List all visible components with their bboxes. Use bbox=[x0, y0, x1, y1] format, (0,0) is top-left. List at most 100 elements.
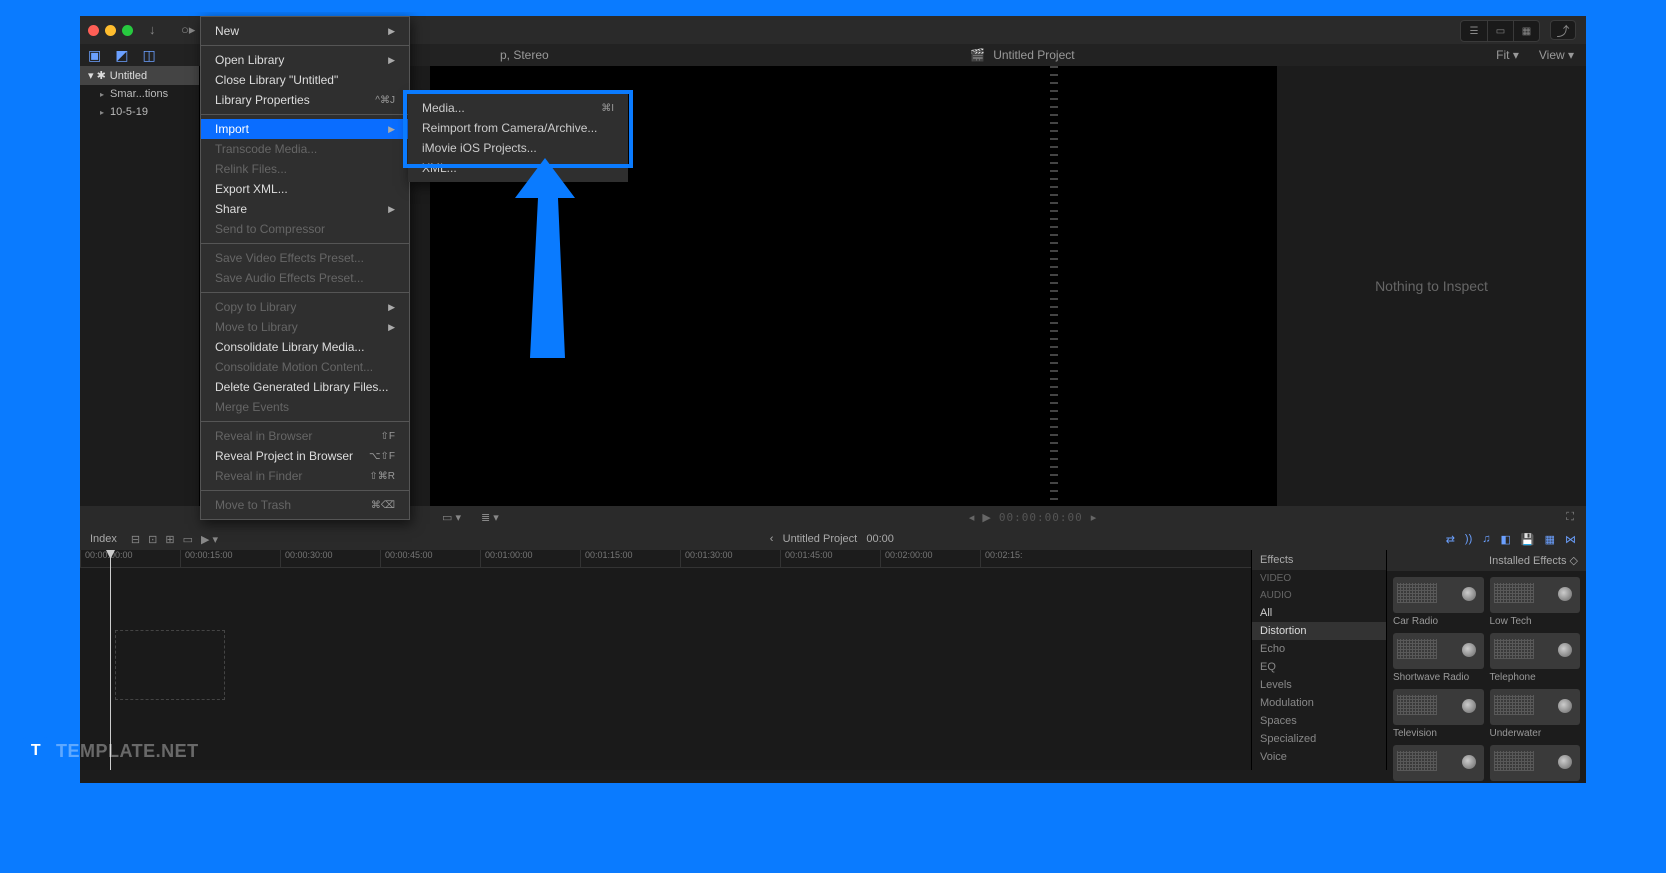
category-echo[interactable]: Echo bbox=[1252, 640, 1386, 658]
effects-header: Effects bbox=[1252, 550, 1386, 570]
music-tab-icon[interactable]: ◩ bbox=[115, 47, 128, 64]
view-segment[interactable]: ☰▭▦ bbox=[1460, 20, 1540, 42]
filter-icon[interactable]: ≣ ▾ bbox=[481, 511, 499, 524]
timecode: 00:00:00:00 bbox=[999, 511, 1083, 524]
fit-dropdown[interactable]: Fit ▾ bbox=[1496, 48, 1519, 62]
installed-effects-header[interactable]: Installed Effects ◇ bbox=[1387, 550, 1586, 571]
category-specialized[interactable]: Specialized bbox=[1252, 730, 1386, 748]
effect-extra-2[interactable] bbox=[1490, 745, 1581, 784]
menu-share[interactable]: Share▶ bbox=[201, 199, 409, 219]
menu-export-xml[interactable]: Export XML... bbox=[201, 179, 409, 199]
menu-close-library[interactable]: Close Library "Untitled" bbox=[201, 70, 409, 90]
menu-transcode: Transcode Media... bbox=[201, 139, 409, 159]
effect-telephone[interactable]: Telephone bbox=[1490, 633, 1581, 683]
titles-tab-icon[interactable]: ◫ bbox=[142, 47, 155, 64]
effects-browser-icon[interactable]: ▦ bbox=[1545, 533, 1555, 546]
menu-merge-events: Merge Events bbox=[201, 397, 409, 417]
viewer-project-title: Untitled Project bbox=[993, 48, 1074, 62]
menu-reveal-project[interactable]: Reveal Project in Browser⌥⇧F bbox=[201, 446, 409, 466]
effect-extra-1[interactable] bbox=[1393, 745, 1484, 784]
empty-clip-placeholder bbox=[115, 630, 225, 700]
timeline-header: Index ⊟ ⊡ ⊞ ▭ ▶ ▾ ‹ Untitled Project 00:… bbox=[80, 528, 1586, 550]
transitions-icon[interactable]: ⋈ bbox=[1565, 533, 1576, 546]
category-distortion[interactable]: Distortion bbox=[1252, 622, 1386, 640]
inspector-empty-label: Nothing to Inspect bbox=[1375, 278, 1488, 294]
timeline-time: 00:00 bbox=[866, 533, 894, 545]
view-dropdown[interactable]: View ▾ bbox=[1539, 48, 1574, 62]
effects-grid-panel: Installed Effects ◇ Car Radio Low Tech S… bbox=[1386, 550, 1586, 770]
menu-new[interactable]: New▶ bbox=[201, 21, 409, 41]
menu-delete-generated[interactable]: Delete Generated Library Files... bbox=[201, 377, 409, 397]
category-levels[interactable]: Levels bbox=[1252, 676, 1386, 694]
watermark-logo: T bbox=[22, 737, 50, 765]
range-tool-icon[interactable]: ▭ bbox=[183, 533, 193, 546]
menu-relink: Relink Files... bbox=[201, 159, 409, 179]
timeline-project: Untitled Project bbox=[783, 533, 858, 545]
submenu-xml[interactable]: XML... bbox=[408, 158, 628, 178]
stereo-label: p, Stereo bbox=[500, 48, 549, 62]
effect-shortwave-radio[interactable]: Shortwave Radio bbox=[1393, 633, 1484, 683]
menu-save-video-preset: Save Video Effects Preset... bbox=[201, 248, 409, 268]
close-window-button[interactable] bbox=[88, 25, 99, 36]
fullscreen-icon[interactable]: ⛶ bbox=[1566, 511, 1574, 524]
import-submenu: Media...⌘I Reimport from Camera/Archive.… bbox=[408, 94, 628, 182]
video-category-label: VIDEO bbox=[1252, 570, 1386, 587]
timeline-tools: ⊟ ⊡ ⊞ ▭ ▶ ▾ bbox=[131, 533, 218, 546]
skimming-icon[interactable]: )) bbox=[1465, 533, 1472, 545]
menu-consolidate-motion: Consolidate Motion Content... bbox=[201, 357, 409, 377]
effect-television[interactable]: Television bbox=[1393, 689, 1484, 739]
category-all[interactable]: All bbox=[1252, 604, 1386, 622]
menu-move-trash: Move to Trash⌘⌫ bbox=[201, 495, 409, 515]
file-menu: New▶ Open Library▶ Close Library "Untitl… bbox=[200, 16, 410, 520]
menu-move-library: Move to Library▶ bbox=[201, 317, 409, 337]
category-eq[interactable]: EQ bbox=[1252, 658, 1386, 676]
keyword-icon[interactable]: ○▸ bbox=[181, 22, 197, 38]
category-voice[interactable]: Voice bbox=[1252, 748, 1386, 766]
menu-consolidate[interactable]: Consolidate Library Media... bbox=[201, 337, 409, 357]
trim-tool-icon[interactable]: ⊟ bbox=[131, 533, 140, 546]
category-spaces[interactable]: Spaces bbox=[1252, 712, 1386, 730]
maximize-window-button[interactable] bbox=[122, 25, 133, 36]
solo-icon[interactable]: ◧ bbox=[1500, 533, 1510, 546]
library-item-smart[interactable]: Smar...tions bbox=[80, 85, 199, 103]
import-icon[interactable]: ↓ bbox=[149, 22, 165, 38]
effect-underwater[interactable]: Underwater bbox=[1490, 689, 1581, 739]
timeline-nav-left[interactable]: ‹ bbox=[770, 533, 774, 545]
audio-category-label: AUDIO bbox=[1252, 587, 1386, 604]
menu-reveal-browser: Reveal in Browser⇧F bbox=[201, 426, 409, 446]
share-button[interactable]: ⤴ bbox=[1550, 20, 1576, 40]
audio-skim-icon[interactable]: ♫ bbox=[1482, 533, 1490, 545]
library-header[interactable]: ▾ ✱ Untitled bbox=[80, 66, 199, 85]
position-tool-icon[interactable]: ⊞ bbox=[165, 533, 174, 546]
photos-tab-icon[interactable]: ▣ bbox=[88, 47, 101, 64]
clapper-icon: 🎬 bbox=[970, 48, 985, 62]
effect-low-tech[interactable]: Low Tech bbox=[1490, 577, 1581, 627]
bottom-area: 00:00:00:00 00:00:15:00 00:00:30:00 00:0… bbox=[80, 550, 1586, 770]
timeline-ruler[interactable]: 00:00:00:00 00:00:15:00 00:00:30:00 00:0… bbox=[80, 550, 1251, 568]
menu-library-properties[interactable]: Library Properties^⌘J bbox=[201, 90, 409, 110]
blade-tool-icon[interactable]: ⊡ bbox=[148, 533, 157, 546]
minimize-window-button[interactable] bbox=[105, 25, 116, 36]
index-button[interactable]: Index bbox=[90, 533, 117, 545]
jagged-divider bbox=[1050, 66, 1058, 506]
watermark-text: TEMPLATE.NET bbox=[56, 741, 199, 762]
save-icon[interactable]: 💾 bbox=[1521, 533, 1535, 546]
submenu-reimport: Reimport from Camera/Archive... bbox=[408, 118, 628, 138]
effects-categories: Effects VIDEO AUDIO All Distortion Echo … bbox=[1251, 550, 1386, 770]
library-item-date[interactable]: 10-5-19 bbox=[80, 103, 199, 121]
category-modulation[interactable]: Modulation bbox=[1252, 694, 1386, 712]
effect-car-radio[interactable]: Car Radio bbox=[1393, 577, 1484, 627]
select-tool-icon[interactable]: ▶ ▾ bbox=[201, 533, 218, 546]
next-button[interactable]: ▸ bbox=[1091, 511, 1097, 524]
browser-tabs: ▣ ◩ ◫ bbox=[80, 44, 200, 66]
prev-button[interactable]: ◂ bbox=[969, 511, 975, 524]
submenu-imovie[interactable]: iMovie iOS Projects... bbox=[408, 138, 628, 158]
menu-open-library[interactable]: Open Library▶ bbox=[201, 50, 409, 70]
submenu-media[interactable]: Media...⌘I bbox=[408, 98, 628, 118]
play-button[interactable]: ▶ bbox=[982, 511, 990, 524]
menu-send-compressor: Send to Compressor bbox=[201, 219, 409, 239]
snap-icon[interactable]: ⇄ bbox=[1446, 533, 1455, 546]
timeline[interactable]: 00:00:00:00 00:00:15:00 00:00:30:00 00:0… bbox=[80, 550, 1251, 770]
clip-view-icon[interactable]: ▭ ▾ bbox=[442, 511, 461, 524]
menu-import[interactable]: Import▶ bbox=[201, 119, 409, 139]
